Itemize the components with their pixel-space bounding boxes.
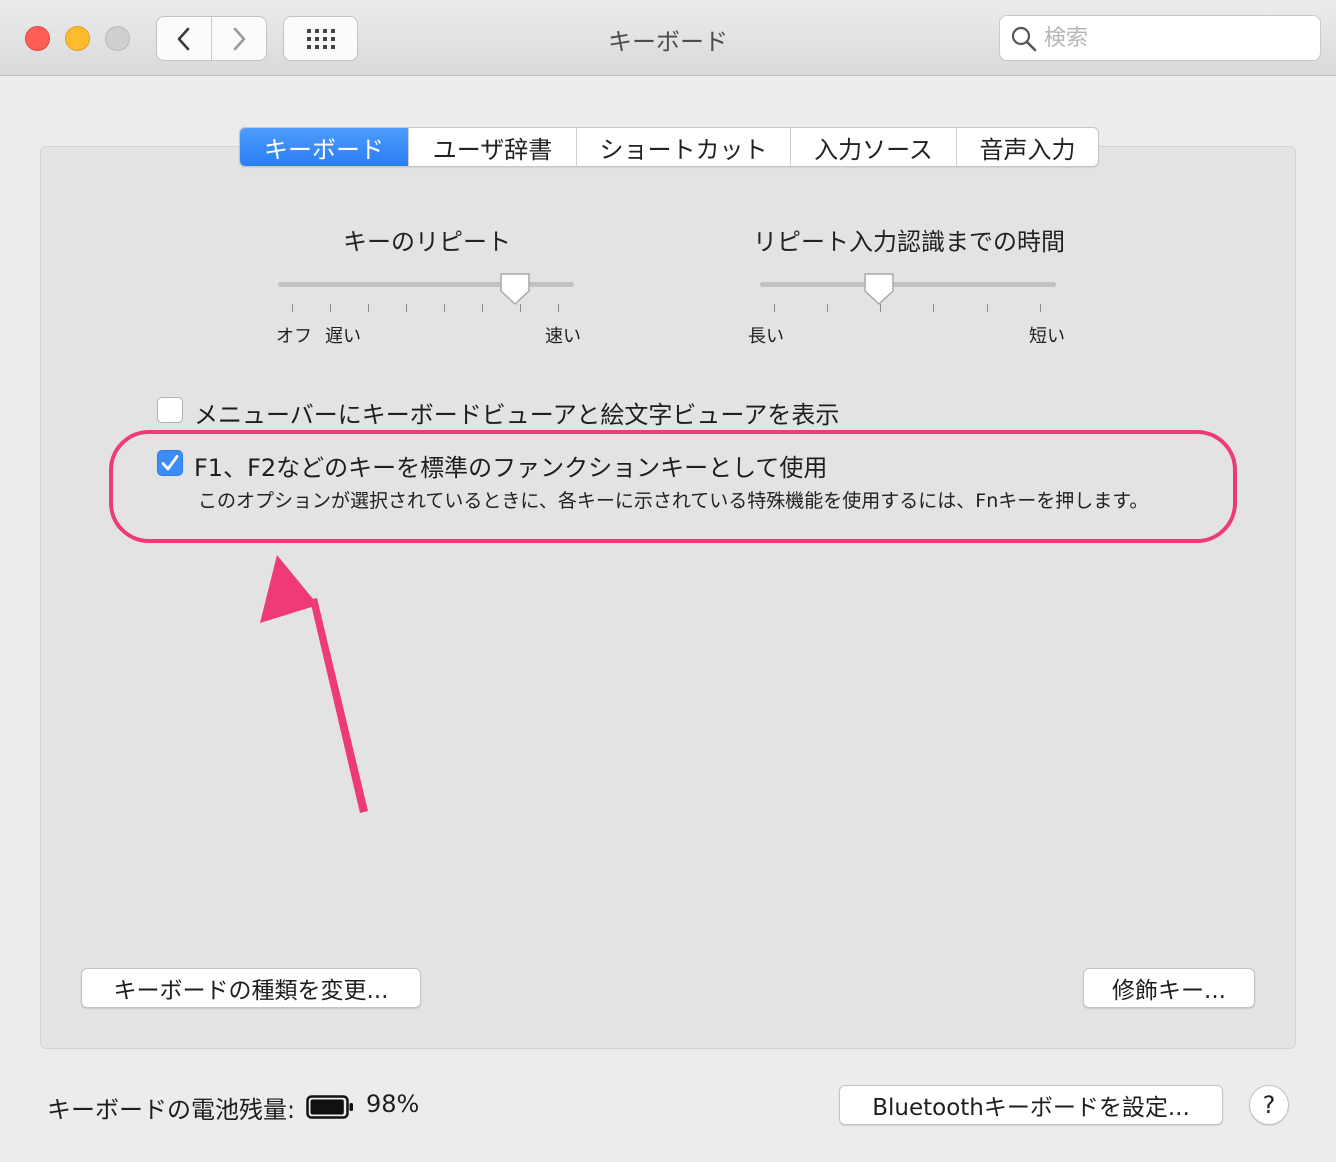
slider-tick [406, 304, 407, 312]
key-repeat-title: キーのリピート [343, 228, 511, 256]
tab-user-dictionary[interactable]: ユーザ辞書 [408, 128, 576, 166]
change-keyboard-type-button[interactable]: キーボードの種類を変更... [81, 968, 421, 1008]
title-bar: キーボード [0, 0, 1336, 76]
slider-tick [330, 304, 331, 312]
slider-tick [558, 304, 559, 312]
slider-tick [368, 304, 369, 312]
slider-tick [987, 304, 988, 312]
key-repeat-off-label: オフ [276, 326, 312, 347]
repeat-delay-short-label: 短い [1029, 326, 1065, 347]
repeat-delay-slider[interactable] [760, 282, 1056, 287]
slider-tick [520, 304, 521, 312]
slider-tick [1040, 304, 1041, 312]
battery-percent: 98% [366, 1090, 420, 1118]
tab-dictation[interactable]: 音声入力 [956, 128, 1098, 166]
modifier-keys-button[interactable]: 修飾キー... [1083, 968, 1255, 1008]
search-field[interactable] [999, 15, 1321, 61]
show-viewers-checkbox[interactable] [157, 397, 183, 423]
slider-tick [827, 304, 828, 312]
repeat-delay-long-label: 長い [748, 326, 784, 347]
tab-shortcuts[interactable]: ショートカット [576, 128, 790, 166]
battery-icon [306, 1095, 353, 1119]
arrow-annotation-icon [260, 555, 368, 813]
tab-bar: キーボード ユーザ辞書 ショートカット 入力ソース 音声入力 [239, 127, 1099, 167]
slider-tick [880, 304, 881, 312]
key-repeat-fast-label: 速い [545, 326, 581, 347]
slider-tick [482, 304, 483, 312]
tab-keyboard[interactable]: キーボード [240, 128, 408, 166]
key-repeat-slow-label: 遅い [325, 326, 361, 347]
tab-panel [40, 146, 1296, 1049]
search-icon [1010, 25, 1038, 53]
slider-tick [292, 304, 293, 312]
help-button[interactable]: ? [1249, 1085, 1289, 1125]
highlight-annotation [109, 430, 1237, 543]
slider-tick [933, 304, 934, 312]
battery-label: キーボードの電池残量: [47, 1096, 296, 1124]
setup-bluetooth-keyboard-button[interactable]: Bluetoothキーボードを設定... [839, 1085, 1223, 1125]
key-repeat-slider-knob[interactable] [498, 271, 532, 307]
search-input[interactable] [1044, 22, 1312, 54]
repeat-delay-title: リピート入力認識までの時間 [753, 228, 1065, 256]
slider-tick [774, 304, 775, 312]
show-viewers-label[interactable]: メニューバーにキーボードビューアと絵文字ビューアを表示 [194, 395, 839, 430]
tab-input-sources[interactable]: 入力ソース [790, 128, 956, 166]
repeat-delay-slider-knob[interactable] [862, 271, 896, 307]
slider-tick [444, 304, 445, 312]
